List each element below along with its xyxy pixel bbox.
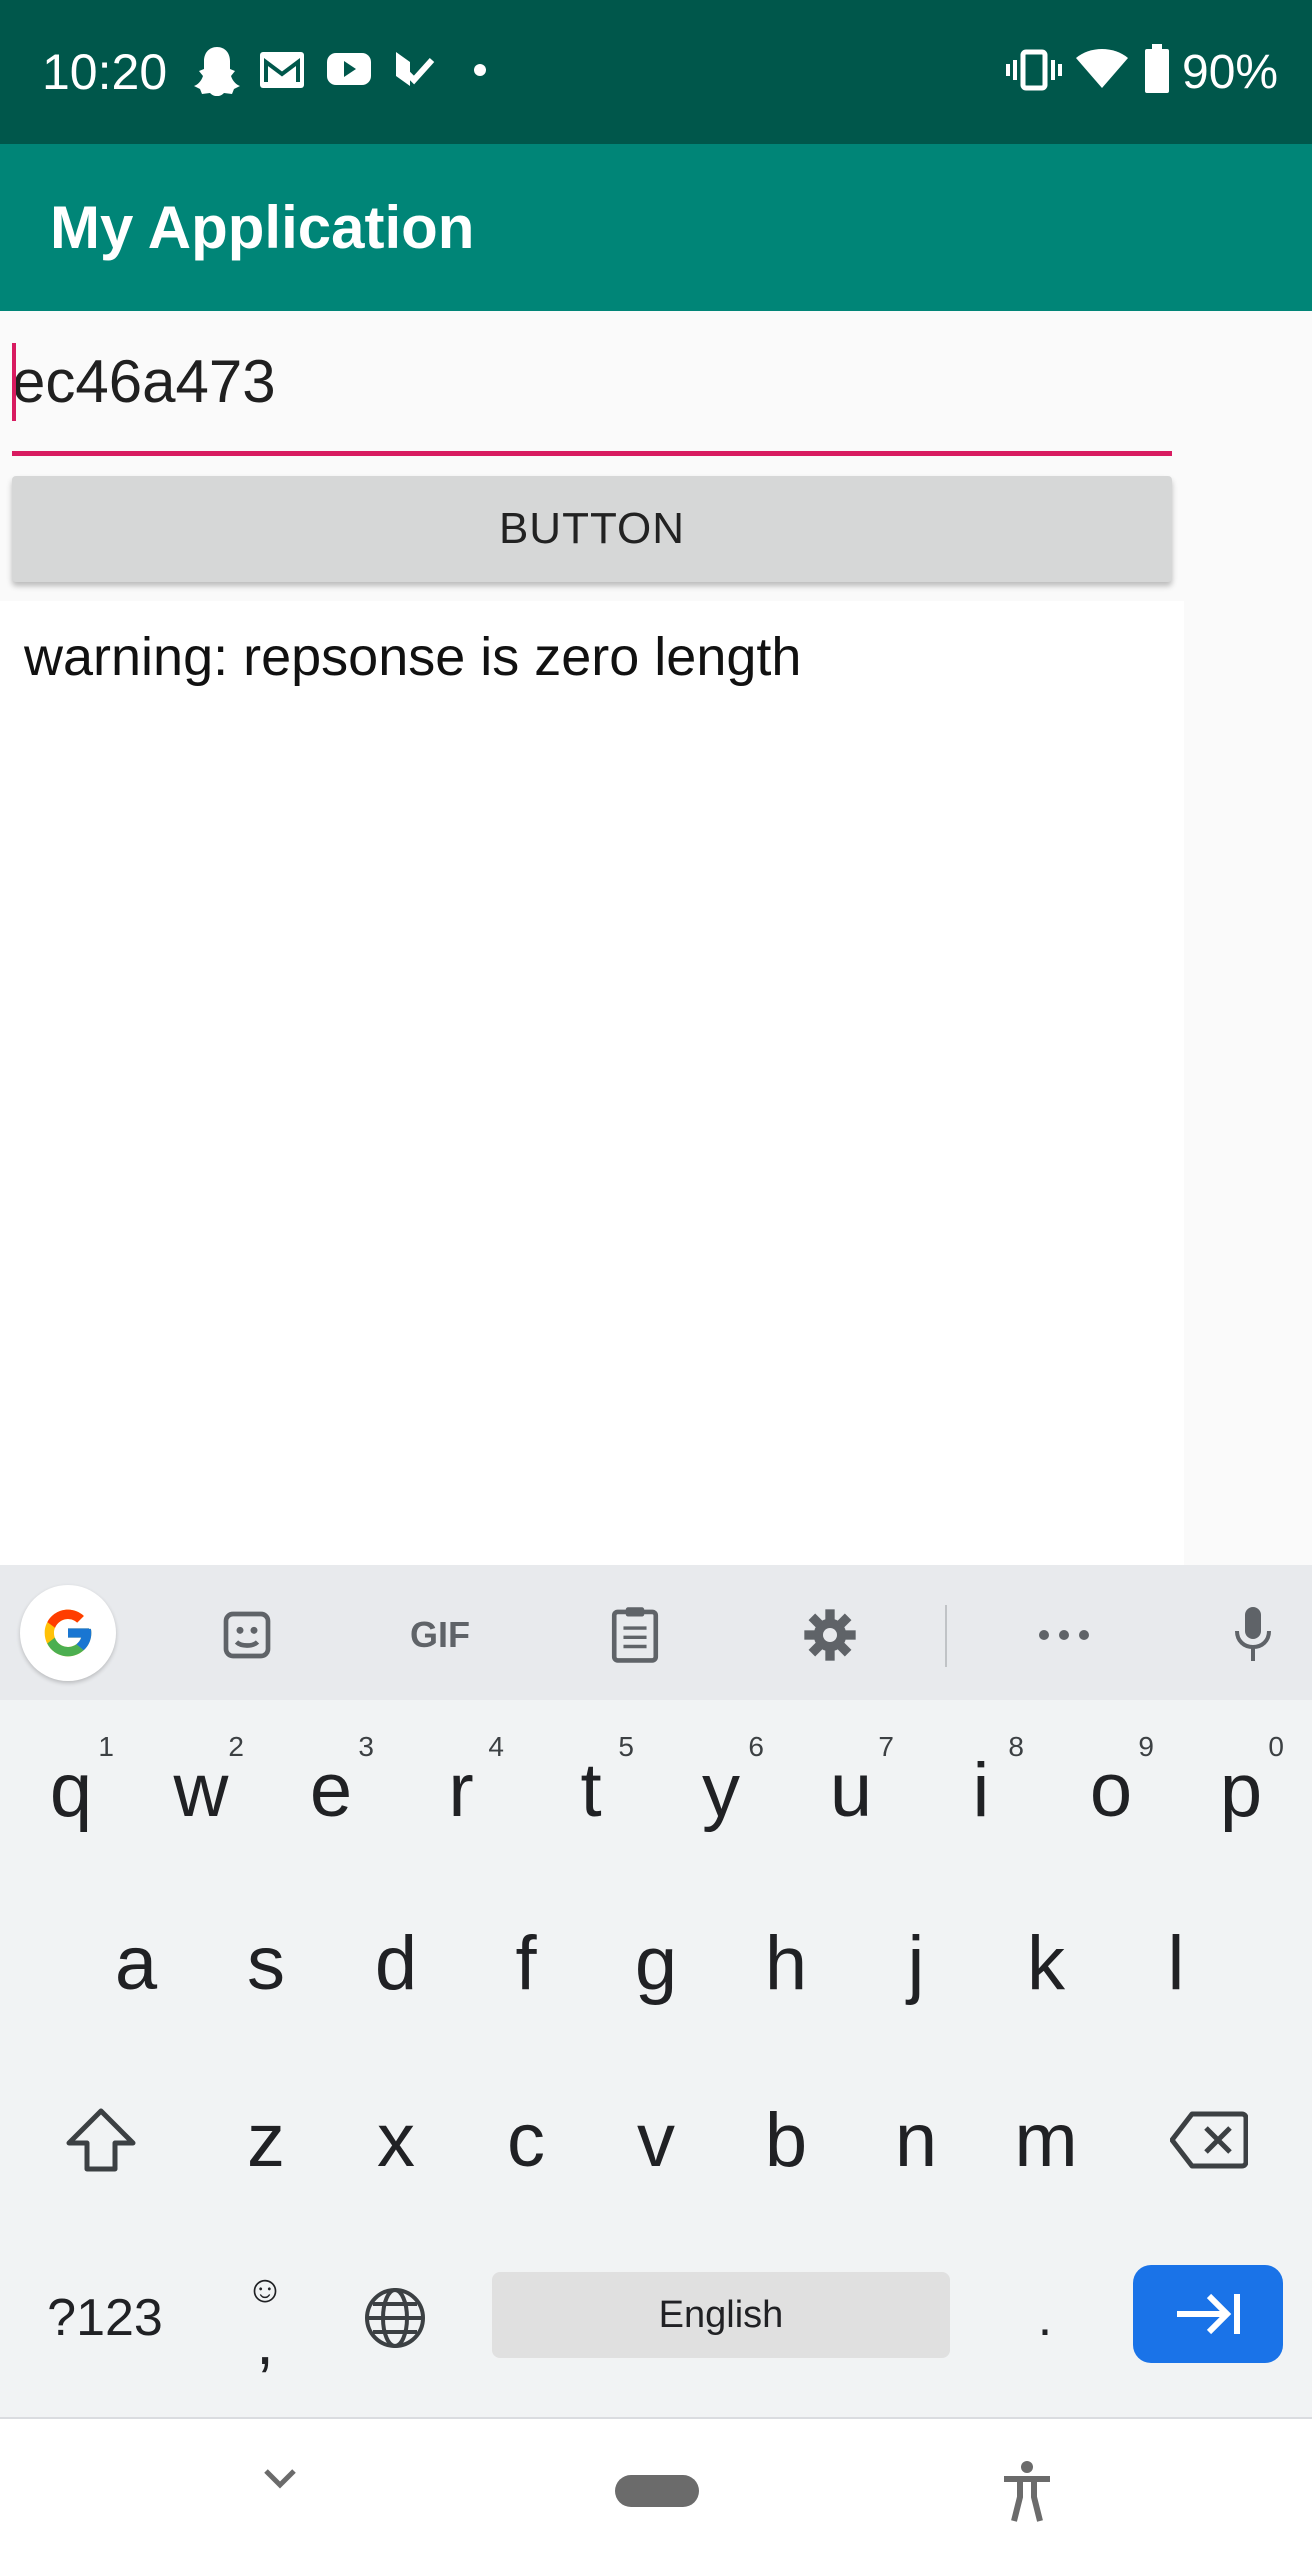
key-hint: 1 bbox=[98, 1731, 114, 1762]
key-hint: 7 bbox=[878, 1731, 894, 1762]
key-t[interactable]: t5 bbox=[526, 1715, 656, 1865]
status-time: 10:20 bbox=[42, 44, 168, 100]
main-button[interactable]: BUTTON bbox=[12, 476, 1172, 582]
wifi-icon bbox=[1076, 49, 1128, 88]
shift-key[interactable] bbox=[36, 2065, 166, 2215]
app-title: My Application bbox=[50, 194, 475, 261]
key-hint: 0 bbox=[1268, 1731, 1284, 1762]
key-z[interactable]: z bbox=[201, 2065, 331, 2215]
key-hint: 3 bbox=[358, 1731, 374, 1762]
key-n[interactable]: n bbox=[851, 2065, 981, 2215]
key-label: t bbox=[580, 1747, 602, 1833]
key-a[interactable]: a bbox=[71, 1888, 201, 2038]
globe-key[interactable] bbox=[330, 2243, 460, 2393]
tasks-icon bbox=[396, 52, 435, 86]
key-label: p bbox=[1219, 1747, 1263, 1833]
emoji-comma-key[interactable]: ☺ , bbox=[200, 2243, 330, 2393]
symbols-key[interactable]: ?123 bbox=[30, 2243, 180, 2393]
google-icon[interactable] bbox=[20, 1585, 116, 1681]
key-j[interactable]: j bbox=[851, 1888, 981, 2038]
key-c[interactable]: c bbox=[461, 2065, 591, 2215]
input-underline bbox=[12, 451, 1172, 456]
key-b[interactable]: b bbox=[721, 2065, 851, 2215]
gmail-icon bbox=[260, 52, 304, 88]
key-hint: 8 bbox=[1008, 1731, 1024, 1762]
key-d[interactable]: d bbox=[331, 1888, 461, 2038]
more-icon[interactable] bbox=[1014, 1585, 1114, 1685]
key-u[interactable]: u7 bbox=[786, 1715, 916, 1865]
shift-icon bbox=[66, 2108, 136, 2172]
key-l[interactable]: l bbox=[1111, 1888, 1241, 2038]
home-pill-icon[interactable] bbox=[615, 2475, 699, 2507]
keyboard: GIF q1 w2 e3 r4 t5 y6 u7 i8 o9 p0 a s d … bbox=[0, 1565, 1312, 2417]
enter-key[interactable] bbox=[1133, 2265, 1283, 2363]
period-key[interactable]: . bbox=[980, 2243, 1110, 2393]
app-bar: My Application bbox=[0, 144, 1312, 311]
key-y[interactable]: y6 bbox=[656, 1715, 786, 1865]
youtube-icon bbox=[327, 53, 371, 85]
backspace-key[interactable] bbox=[1144, 2065, 1274, 2215]
key-label: i bbox=[972, 1747, 990, 1833]
key-w[interactable]: w2 bbox=[136, 1715, 266, 1865]
next-arrow-icon bbox=[1177, 2293, 1240, 2335]
key-label: e bbox=[309, 1747, 353, 1833]
key-hint: 9 bbox=[1138, 1731, 1154, 1762]
key-label: q bbox=[49, 1747, 93, 1833]
key-i[interactable]: i8 bbox=[916, 1715, 1046, 1865]
key-m[interactable]: m bbox=[981, 2065, 1111, 2215]
backspace-icon bbox=[1170, 2111, 1248, 2169]
key-hint: 4 bbox=[488, 1731, 504, 1762]
clipboard-icon[interactable] bbox=[585, 1585, 685, 1685]
navigation-bar bbox=[0, 2417, 1312, 2562]
key-x[interactable]: x bbox=[331, 2065, 461, 2215]
key-label: u bbox=[829, 1747, 873, 1833]
toolbar-divider bbox=[945, 1605, 947, 1667]
key-label: w bbox=[173, 1747, 229, 1833]
key-v[interactable]: v bbox=[591, 2065, 721, 2215]
dot-icon bbox=[474, 64, 486, 76]
key-q[interactable]: q1 bbox=[6, 1715, 136, 1865]
text-input[interactable]: ec46a473 bbox=[12, 333, 1172, 456]
battery-icon bbox=[1145, 44, 1169, 93]
space-bar[interactable]: English bbox=[492, 2272, 950, 2358]
gear-icon[interactable] bbox=[780, 1585, 880, 1685]
key-p[interactable]: p0 bbox=[1176, 1715, 1306, 1865]
battery-percent: 90% bbox=[1182, 46, 1279, 99]
snapchat-icon bbox=[194, 47, 240, 96]
key-g[interactable]: g bbox=[591, 1888, 721, 2038]
key-f[interactable]: f bbox=[461, 1888, 591, 2038]
key-s[interactable]: s bbox=[201, 1888, 331, 2038]
key-label: o bbox=[1089, 1747, 1133, 1833]
status-bar: 10:20 90% bbox=[0, 0, 1312, 144]
output-panel: warning: repsonse is zero length bbox=[0, 601, 1184, 1565]
key-k[interactable]: k bbox=[981, 1888, 1111, 2038]
key-r[interactable]: r4 bbox=[396, 1715, 526, 1865]
key-label: y bbox=[702, 1747, 740, 1833]
accessibility-icon[interactable] bbox=[1000, 2459, 1054, 2523]
sticker-icon[interactable] bbox=[197, 1585, 297, 1685]
key-h[interactable]: h bbox=[721, 1888, 851, 2038]
chevron-down-icon[interactable] bbox=[262, 2465, 298, 2493]
key-label: r bbox=[448, 1747, 474, 1833]
main-content: ec46a473 BUTTON warning: repsonse is zer… bbox=[0, 311, 1312, 1565]
key-hint: 2 bbox=[228, 1731, 244, 1762]
key-o[interactable]: o9 bbox=[1046, 1715, 1176, 1865]
text-cursor bbox=[12, 343, 16, 421]
keyboard-toolbar: GIF bbox=[0, 1565, 1312, 1700]
globe-icon bbox=[365, 2288, 425, 2348]
key-e[interactable]: e3 bbox=[266, 1715, 396, 1865]
gif-button[interactable]: GIF bbox=[390, 1585, 490, 1685]
vibrate-icon bbox=[1006, 49, 1062, 91]
key-hint: 5 bbox=[618, 1731, 634, 1762]
key-hint: 6 bbox=[748, 1731, 764, 1762]
comma-label: , bbox=[256, 2306, 274, 2378]
output-text: warning: repsonse is zero length bbox=[24, 627, 802, 687]
text-input-value[interactable]: ec46a473 bbox=[12, 347, 276, 417]
microphone-icon[interactable] bbox=[1203, 1585, 1303, 1685]
